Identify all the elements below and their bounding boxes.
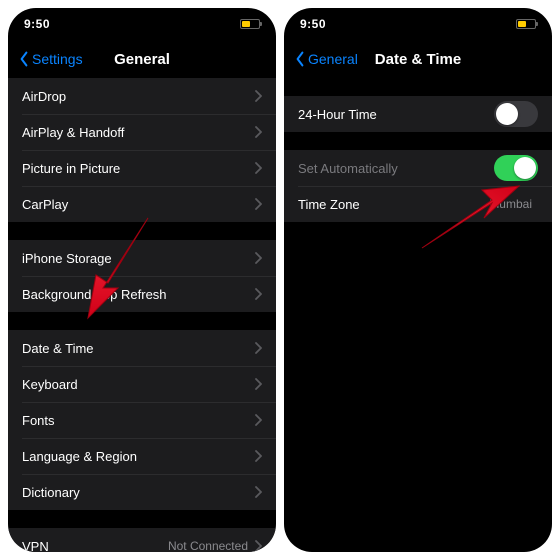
- row-date-time[interactable]: Date & Time: [8, 330, 276, 366]
- chevron-right-icon: [254, 162, 262, 174]
- navbar: Settings General: [8, 40, 276, 78]
- back-button-general[interactable]: General: [294, 51, 358, 67]
- chevron-left-icon: [294, 51, 306, 67]
- row-set-automatically[interactable]: Set Automatically: [284, 150, 552, 186]
- chevron-right-icon: [254, 90, 262, 102]
- time-zone-value: Mumbai: [489, 197, 532, 211]
- row-24-hour-time[interactable]: 24-Hour Time: [284, 96, 552, 132]
- status-right: [516, 19, 536, 29]
- group-1: AirDrop AirPlay & Handoff Picture in Pic…: [8, 78, 276, 222]
- status-time: 9:50: [300, 17, 326, 31]
- datetime-body: 24-Hour Time Set Automatically Time Zone…: [284, 78, 552, 552]
- chevron-right-icon: [254, 540, 262, 552]
- row-airplay-handoff[interactable]: AirPlay & Handoff: [8, 114, 276, 150]
- row-time-zone[interactable]: Time Zone Mumbai: [284, 186, 552, 222]
- row-fonts[interactable]: Fonts: [8, 402, 276, 438]
- row-iphone-storage[interactable]: iPhone Storage: [8, 240, 276, 276]
- chevron-right-icon: [254, 252, 262, 264]
- chevron-right-icon: [254, 378, 262, 390]
- chevron-right-icon: [254, 198, 262, 210]
- chevron-right-icon: [254, 414, 262, 426]
- status-right: [240, 19, 260, 29]
- row-dictionary[interactable]: Dictionary: [8, 474, 276, 510]
- toggle-set-automatically[interactable]: [494, 155, 538, 181]
- row-language-region[interactable]: Language & Region: [8, 438, 276, 474]
- status-time: 9:50: [24, 17, 50, 31]
- chevron-right-icon: [254, 486, 262, 498]
- phone-general: 9:50 Settings General AirDrop AirPlay & …: [8, 8, 276, 552]
- phone-date-time: 9:50 General Date & Time 24-Hour Time Se…: [284, 8, 552, 552]
- row-vpn[interactable]: VPNNot Connected: [8, 528, 276, 552]
- general-body: AirDrop AirPlay & Handoff Picture in Pic…: [8, 78, 276, 552]
- group-24hour: 24-Hour Time: [284, 96, 552, 132]
- row-keyboard[interactable]: Keyboard: [8, 366, 276, 402]
- row-picture-in-picture[interactable]: Picture in Picture: [8, 150, 276, 186]
- back-label: General: [308, 51, 358, 67]
- status-bar: 9:50: [8, 8, 276, 40]
- chevron-right-icon: [254, 288, 262, 300]
- back-button-settings[interactable]: Settings: [18, 51, 83, 67]
- group-4: VPNNot Connected ProfileiOS 14 & iPadOS …: [8, 528, 276, 552]
- page-title: Date & Time: [375, 51, 461, 68]
- status-bar: 9:50: [284, 8, 552, 40]
- chevron-right-icon: [254, 126, 262, 138]
- row-background-app-refresh[interactable]: Background App Refresh: [8, 276, 276, 312]
- row-carplay[interactable]: CarPlay: [8, 186, 276, 222]
- back-label: Settings: [32, 51, 83, 67]
- chevron-right-icon: [254, 342, 262, 354]
- chevron-left-icon: [18, 51, 30, 67]
- row-airdrop[interactable]: AirDrop: [8, 78, 276, 114]
- group-3: Date & Time Keyboard Fonts Language & Re…: [8, 330, 276, 510]
- vpn-value: Not Connected: [168, 539, 248, 552]
- chevron-right-icon: [254, 450, 262, 462]
- toggle-24-hour[interactable]: [494, 101, 538, 127]
- battery-icon: [516, 19, 536, 29]
- page-title: General: [114, 51, 170, 68]
- group-auto: Set Automatically Time Zone Mumbai: [284, 150, 552, 222]
- battery-icon: [240, 19, 260, 29]
- navbar: General Date & Time: [284, 40, 552, 78]
- group-2: iPhone Storage Background App Refresh: [8, 240, 276, 312]
